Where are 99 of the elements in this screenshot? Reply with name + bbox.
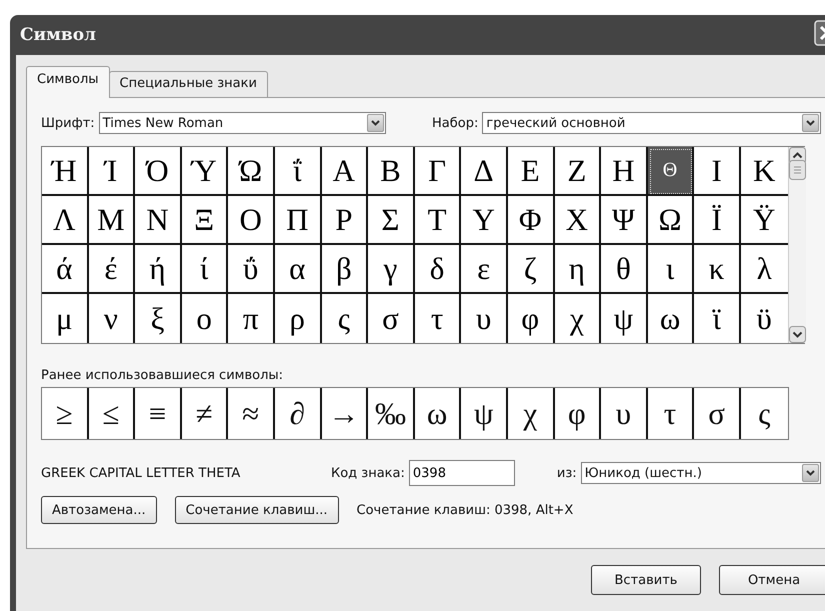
shortcut-text: Сочетание клавиш: 0398, Alt+X — [356, 502, 574, 518]
caret-icon — [371, 120, 380, 126]
dialog-button[interactable]: Сочетание клавиш... — [174, 496, 338, 524]
symbol-cell[interactable]: Χ — [554, 196, 602, 245]
recent-symbol-cell[interactable]: ≤ — [88, 388, 136, 439]
symbol-cell[interactable]: Γ — [414, 147, 462, 196]
symbol-cell[interactable]: Ϊ — [694, 196, 741, 245]
symbol-cell[interactable]: Π — [274, 196, 322, 245]
symbol-cell[interactable]: ι — [648, 245, 694, 294]
char-code-field[interactable]: 0398 — [408, 460, 515, 486]
dialog-button[interactable]: Автозамена... — [41, 496, 157, 524]
from-label: из: — [556, 466, 577, 480]
symbol-cell[interactable]: Ζ — [554, 147, 602, 196]
symbol-cell[interactable]: σ — [368, 294, 415, 343]
symbol-cell[interactable]: ε — [461, 245, 508, 294]
symbol-cell[interactable]: γ — [368, 245, 415, 294]
caret-icon — [806, 470, 815, 476]
dialog-button[interactable]: Вставить — [591, 565, 701, 595]
symbol-cell[interactable]: ν — [88, 294, 136, 343]
symbol-cell[interactable]: Θ — [648, 147, 694, 196]
symbol-cell[interactable]: Β — [368, 147, 415, 196]
symbol-cell[interactable]: ϊ — [694, 294, 741, 343]
recent-symbol-cell[interactable]: ψ — [461, 388, 508, 439]
recent-symbol-cell[interactable]: φ — [554, 388, 602, 439]
symbol-cell[interactable]: η — [554, 245, 602, 294]
caret-icon — [806, 120, 815, 126]
recent-symbol-cell[interactable]: ≡ — [135, 388, 182, 439]
symbol-cell[interactable]: ζ — [508, 245, 555, 294]
symbol-cell[interactable]: ο — [182, 294, 228, 343]
symbol-cell[interactable]: Φ — [508, 196, 555, 245]
symbol-cell[interactable]: ί — [182, 245, 228, 294]
scroll-down-icon[interactable] — [788, 326, 806, 343]
symbol-cell[interactable]: υ — [461, 294, 508, 343]
tab[interactable]: Специальные знаки — [108, 71, 268, 97]
symbol-cell[interactable]: Ο — [228, 196, 275, 245]
char-code-label: Код знака: — [331, 466, 405, 480]
symbol-cell[interactable]: Ξ — [182, 196, 228, 245]
dialog-button[interactable]: Отмена — [719, 565, 825, 595]
recent-symbol-cell[interactable]: ≈ — [228, 388, 275, 439]
recent-symbol-cell[interactable]: ς — [740, 388, 788, 439]
recent-symbol-cell[interactable]: ‰ — [368, 388, 415, 439]
symbol-cell[interactable]: ΐ — [274, 147, 322, 196]
symbol-cell[interactable]: Τ — [414, 196, 462, 245]
recent-symbol-cell[interactable]: ≥ — [42, 388, 89, 439]
symbol-cell[interactable]: Υ — [461, 196, 508, 245]
symbol-cell[interactable]: ρ — [274, 294, 322, 343]
recent-symbol-cell[interactable]: τ — [648, 388, 694, 439]
symbol-cell[interactable]: ΰ — [228, 245, 275, 294]
recent-symbol-cell[interactable]: υ — [601, 388, 648, 439]
symbol-cell[interactable]: Ι — [694, 147, 741, 196]
symbol-cell[interactable]: Δ — [461, 147, 508, 196]
symbol-cell[interactable]: Σ — [368, 196, 415, 245]
recent-symbol-cell[interactable]: ω — [414, 388, 462, 439]
symbol-cell[interactable]: Ί — [88, 147, 136, 196]
symbol-cell[interactable]: α — [274, 245, 322, 294]
recent-symbol-cell[interactable]: ≠ — [182, 388, 228, 439]
symbol-cell[interactable]: χ — [554, 294, 602, 343]
recent-symbol-cell[interactable]: σ — [694, 388, 741, 439]
symbol-cell[interactable]: Μ — [88, 196, 136, 245]
symbol-cell[interactable]: β — [322, 245, 368, 294]
symbol-cell[interactable]: ξ — [135, 294, 182, 343]
symbol-cell[interactable]: Ω — [648, 196, 694, 245]
symbol-cell[interactable]: δ — [414, 245, 462, 294]
window-title: Символ — [20, 25, 96, 45]
symbol-cell[interactable]: Ν — [135, 196, 182, 245]
symbol-cell[interactable]: ψ — [601, 294, 648, 343]
font-label: Шрифт: — [41, 116, 95, 130]
symbol-cell[interactable]: ή — [135, 245, 182, 294]
symbol-cell[interactable]: Ύ — [182, 147, 228, 196]
symbol-description: GREEK CAPITAL LETTER THETA — [41, 466, 242, 480]
subset-label: Набор: — [432, 116, 478, 130]
symbol-cell[interactable]: Ε — [508, 147, 555, 196]
symbol-cell[interactable]: Ό — [135, 147, 182, 196]
symbol-cell[interactable]: Ρ — [322, 196, 368, 245]
symbol-cell[interactable]: έ — [88, 245, 136, 294]
recent-symbol-cell[interactable]: → — [322, 388, 368, 439]
symbol-cell[interactable]: κ — [694, 245, 741, 294]
encoding-dropdown[interactable]: Юникод (шестн.) — [580, 462, 821, 484]
recent-symbol-cell[interactable]: ∂ — [274, 388, 322, 439]
symbol-cell[interactable]: τ — [414, 294, 462, 343]
recent-symbols-label: Ранее использовавшиеся символы: — [41, 368, 284, 383]
subset-dropdown[interactable]: греческий основной — [482, 112, 821, 134]
symbol-cell[interactable]: Α — [322, 147, 368, 196]
symbol-cell[interactable]: φ — [508, 294, 555, 343]
symbol-cell[interactable]: μ — [42, 294, 89, 343]
tab[interactable]: Символы — [26, 66, 110, 98]
symbol-cell[interactable]: ά — [42, 245, 89, 294]
symbol-cell[interactable]: Ή — [42, 147, 89, 196]
symbol-cell[interactable]: ϋ — [740, 294, 788, 343]
scroll-thumb[interactable] — [788, 160, 806, 180]
symbol-cell[interactable]: θ — [601, 245, 648, 294]
symbol-cell[interactable]: ς — [322, 294, 368, 343]
symbol-cell[interactable]: Ψ — [601, 196, 648, 245]
symbol-cell[interactable]: Λ — [42, 196, 89, 245]
symbol-cell[interactable]: Ώ — [228, 147, 275, 196]
symbol-cell[interactable]: ω — [648, 294, 694, 343]
recent-symbol-cell[interactable]: χ — [508, 388, 555, 439]
symbol-cell[interactable]: π — [228, 294, 275, 343]
font-dropdown[interactable]: Times New Roman — [98, 112, 386, 134]
